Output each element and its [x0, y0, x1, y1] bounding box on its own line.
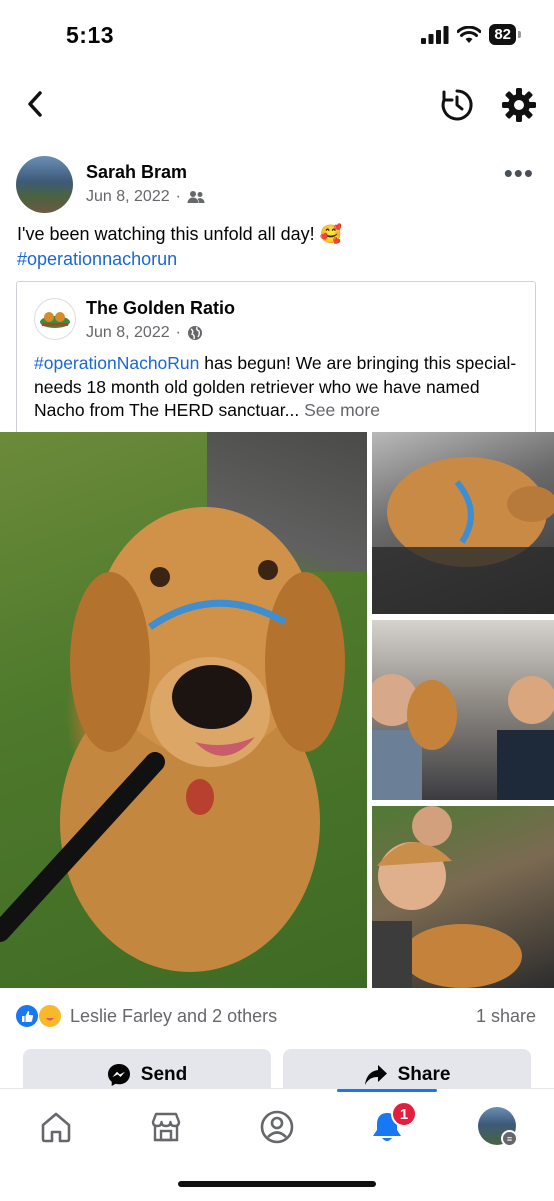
shared-post-card[interactable]: The Golden Ratio Jun 8, 2022 · #operatio… — [16, 281, 536, 433]
home-icon — [41, 1112, 71, 1143]
post-text: I've been watching this unfold all day! … — [17, 224, 343, 244]
messenger-icon — [107, 1064, 130, 1086]
photo-main-dog[interactable] — [0, 432, 367, 988]
shared-post-text: #operationNachoRun has begun! We are bri… — [34, 352, 534, 423]
battery-indicator: 82 — [489, 24, 521, 45]
photo-selfie-with-dog[interactable] — [372, 806, 554, 988]
settings-button[interactable] — [500, 86, 538, 124]
send-label: Send — [140, 1064, 188, 1085]
post-hashtag[interactable]: #operationnachorun — [17, 247, 537, 272]
active-tab-indicator — [337, 1089, 437, 1092]
activity-history-button[interactable] — [438, 86, 476, 124]
share-count[interactable]: 1 share — [476, 1006, 536, 1027]
page-avatar[interactable] — [34, 298, 76, 340]
author-avatar[interactable] — [16, 156, 73, 213]
globe-icon — [187, 326, 202, 340]
status-icons: 82 — [421, 24, 521, 45]
chevron-left-icon — [28, 91, 42, 117]
profile-icon — [260, 1110, 294, 1144]
reactions-text: Leslie Farley and 2 others — [70, 1005, 278, 1026]
dog-in-car-illustration — [372, 457, 554, 614]
shared-page-name[interactable]: The Golden Ratio — [86, 298, 235, 319]
gear-icon — [502, 88, 536, 122]
post-text-block: I've been watching this unfold all day! … — [17, 222, 537, 272]
menu-icon: ≡ — [501, 1130, 518, 1147]
cellular-signal-icon — [421, 25, 449, 44]
notification-badge: 1 — [391, 1101, 417, 1127]
shared-meta-separator: · — [175, 324, 181, 341]
post-options-button[interactable]: ••• — [504, 158, 534, 189]
people-in-car-illustration — [372, 674, 554, 800]
activity-history-icon — [441, 89, 473, 121]
meta-separator: · — [175, 188, 181, 205]
friends-icon — [187, 191, 205, 203]
photo-dog-in-car[interactable] — [372, 432, 554, 614]
golden-ratio-logo-icon — [40, 312, 70, 328]
reactions-summary[interactable]: Leslie Farley and 2 others — [16, 1004, 277, 1028]
tab-home[interactable] — [36, 1107, 76, 1147]
see-more-link[interactable]: See more — [299, 400, 380, 420]
author-name[interactable]: Sarah Bram — [86, 162, 187, 183]
status-time: 5:13 — [66, 22, 115, 48]
shared-hashtag[interactable]: #operationNachoRun — [34, 353, 199, 373]
wifi-icon — [457, 25, 482, 43]
shared-date[interactable]: Jun 8, 2022 — [86, 324, 170, 342]
tab-marketplace[interactable] — [146, 1107, 186, 1147]
tab-profile[interactable] — [257, 1107, 297, 1147]
share-arrow-icon — [364, 1065, 387, 1085]
shared-meta: Jun 8, 2022 · — [86, 324, 203, 342]
post-date[interactable]: Jun 8, 2022 — [86, 188, 170, 206]
share-label: Share — [397, 1064, 451, 1085]
marketplace-icon — [151, 1112, 181, 1142]
back-button[interactable] — [20, 88, 50, 120]
care-icon — [38, 1004, 62, 1028]
selfie-illustration — [372, 806, 522, 988]
home-indicator — [178, 1181, 376, 1187]
photo-people-in-car[interactable] — [372, 620, 554, 800]
like-icon — [16, 1005, 38, 1027]
dog-illustration — [0, 507, 345, 972]
post-meta: Jun 8, 2022 · — [86, 188, 205, 206]
